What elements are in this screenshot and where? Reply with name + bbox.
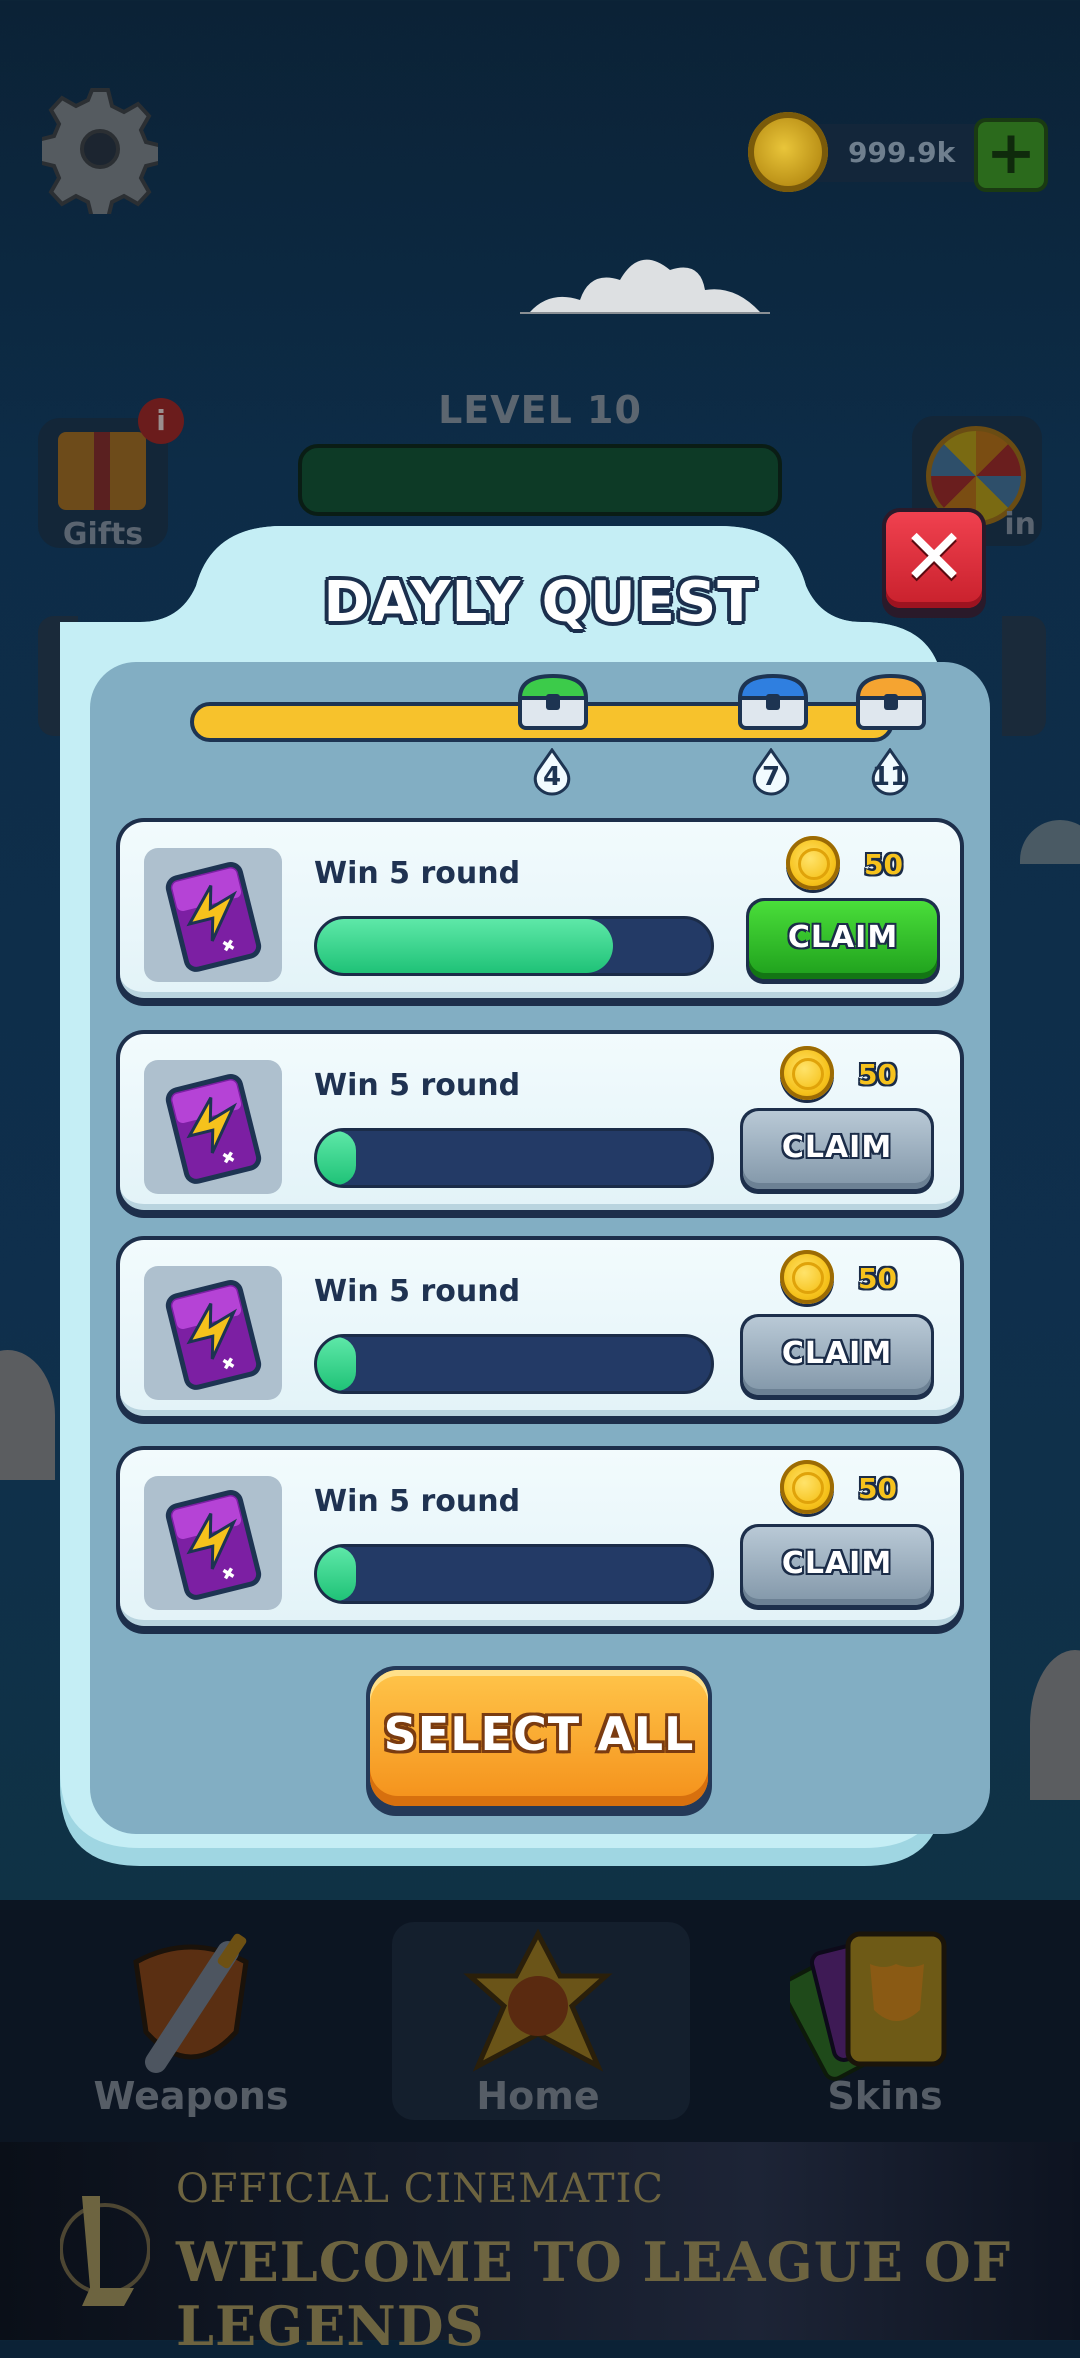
coin-icon — [780, 1460, 834, 1514]
quest-reward: 50 — [858, 1472, 897, 1505]
nav-home[interactable]: Home — [438, 1926, 638, 2126]
nav-skins[interactable]: Skins — [780, 1920, 980, 2120]
cloud-decoration — [1020, 820, 1080, 864]
nav-weapons-label: Weapons — [93, 2074, 289, 2118]
close-button[interactable]: ✕ — [882, 508, 986, 618]
coin-icon — [748, 112, 828, 192]
league-logo-icon — [60, 2196, 150, 2306]
milestone-value: 11 — [871, 762, 909, 792]
quest-card: ✖ Win 5 round 50 CLAIM — [116, 1446, 964, 1634]
coin-balance-value: 999.9k — [848, 136, 956, 169]
gifts-info-badge: i — [138, 398, 184, 444]
chest-orange-icon[interactable] — [854, 672, 928, 732]
quest-card: ✖ Win 5 round 50 CLAIM — [116, 1030, 964, 1218]
quest-progress-fill — [317, 1337, 357, 1391]
chest-green-icon[interactable] — [516, 672, 590, 732]
nav-weapons[interactable]: Weapons — [94, 1922, 288, 2122]
quest-reward: 50 — [864, 848, 903, 881]
ad-line2: WELCOME TO LEAGUE OF LEGENDS — [176, 2230, 1012, 2358]
milestone-value: 4 — [542, 762, 562, 792]
quest-reward: 50 — [858, 1058, 897, 1091]
quest-title: Win 5 round — [314, 1068, 521, 1103]
coin-icon — [786, 836, 840, 890]
settings-gear-icon[interactable] — [36, 84, 164, 220]
ad-line1: OFFICIAL CINEMATIC — [176, 2166, 665, 2212]
milestone-value: 7 — [761, 762, 781, 792]
select-all-button[interactable]: SELECT ALL — [366, 1666, 712, 1816]
quest-card: ✖ Win 5 round 50 CLAIM — [116, 818, 964, 1006]
claim-button[interactable]: CLAIM — [740, 1314, 934, 1400]
add-coins-button[interactable]: + — [974, 118, 1048, 192]
card-pack-icon: ✖ — [144, 1266, 282, 1400]
close-icon: ✕ — [901, 513, 967, 603]
milestone-marker: 4 — [533, 748, 571, 796]
nav-skins-label: Skins — [827, 2074, 943, 2118]
level-label: LEVEL 10 — [438, 388, 642, 432]
modal-title: DAYLY QUEST — [323, 570, 757, 635]
hill-decoration — [0, 1350, 55, 1480]
hill-decoration — [1030, 1650, 1080, 1800]
card-pack-icon: ✖ — [144, 848, 282, 982]
coin-icon — [780, 1046, 834, 1100]
level-progress-bar — [298, 444, 782, 516]
cloud-decoration — [520, 240, 770, 320]
sword-shield-icon — [133, 1933, 249, 2073]
quest-title: Win 5 round — [314, 856, 521, 891]
coin-icon — [780, 1250, 834, 1304]
quest-card: ✖ Win 5 round 50 CLAIM — [116, 1236, 964, 1424]
milestone-marker: 11 — [871, 748, 909, 796]
quest-progress-fill — [317, 1547, 357, 1601]
card-pack-icon: ✖ — [144, 1476, 282, 1610]
quest-progress-fill — [317, 1131, 357, 1185]
ad-banner[interactable]: OFFICIAL CINEMATIC WELCOME TO LEAGUE OF … — [0, 2142, 1080, 2358]
chest-blue-icon[interactable] — [736, 672, 810, 732]
nav-home-label: Home — [476, 2074, 600, 2118]
quest-title: Win 5 round — [314, 1484, 521, 1519]
quest-reward: 50 — [858, 1262, 897, 1295]
home-star-icon — [463, 1928, 613, 2072]
quest-progress-bar — [314, 1334, 714, 1394]
claim-button[interactable]: CLAIM — [746, 898, 940, 984]
skin-cards-icon — [780, 1931, 947, 2081]
quest-progress-bar — [314, 1544, 714, 1604]
quest-title: Win 5 round — [314, 1274, 521, 1309]
select-all-label: SELECT ALL — [370, 1670, 708, 1806]
quest-progress-bar — [314, 1128, 714, 1188]
card-pack-icon: ✖ — [144, 1060, 282, 1194]
claim-button[interactable]: CLAIM — [740, 1524, 934, 1610]
quest-progress-bar — [314, 916, 714, 976]
milestone-marker: 7 — [752, 748, 790, 796]
coin-balance: 999.9k + — [748, 112, 1048, 192]
quest-progress-fill — [317, 919, 613, 973]
claim-button[interactable]: CLAIM — [740, 1108, 934, 1194]
